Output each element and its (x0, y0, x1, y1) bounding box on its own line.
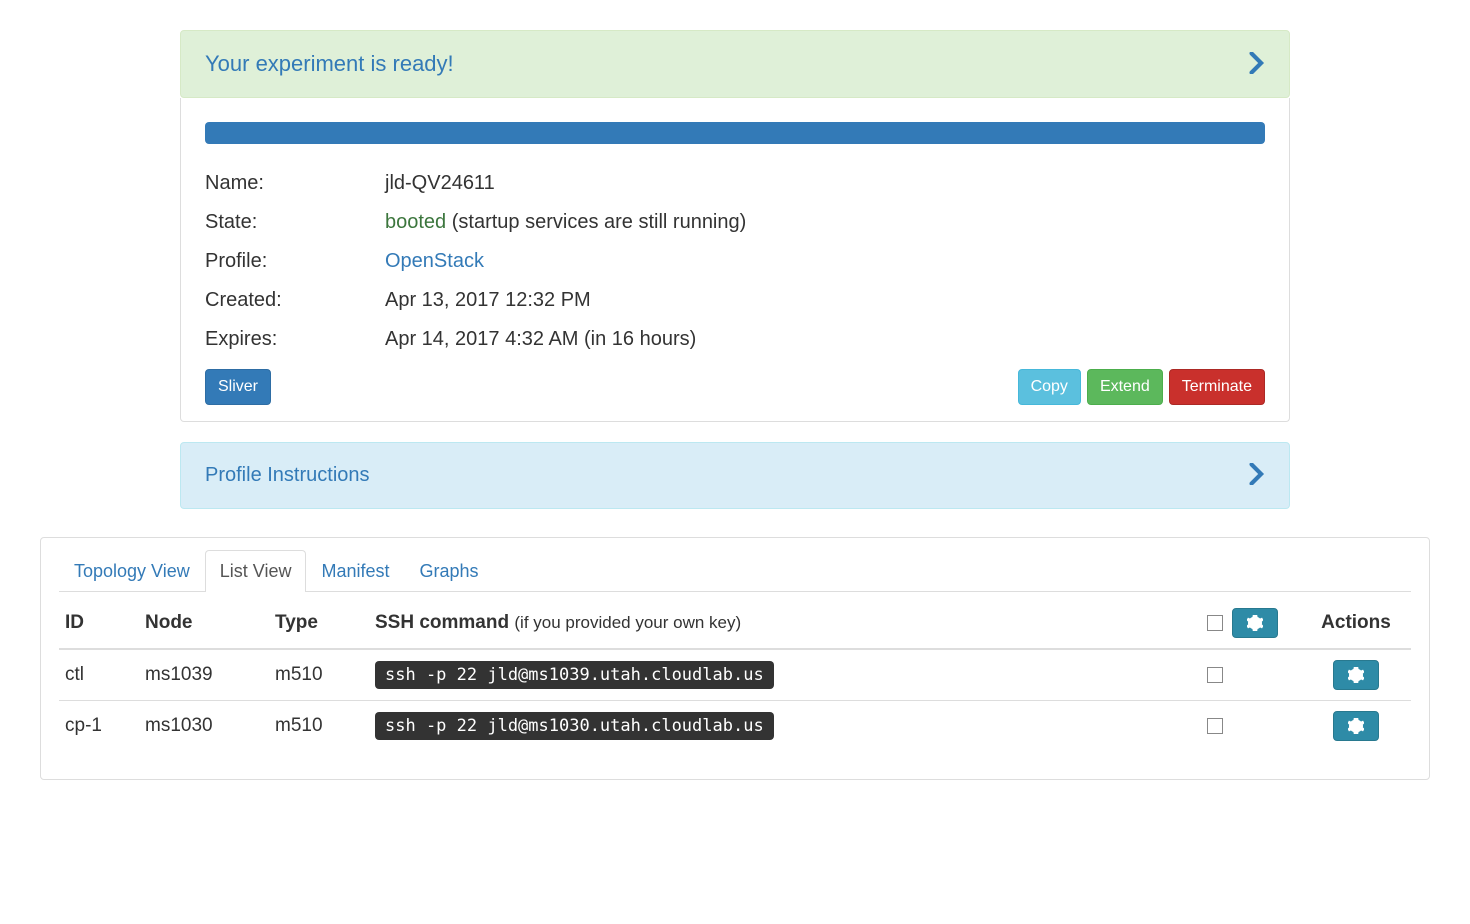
nodes-table: ID Node Type SSH command (if you provide… (59, 598, 1411, 751)
cell-actions (1301, 701, 1411, 752)
details-table: Name: jld-QV24611 State: booted (startup… (205, 164, 1265, 359)
bulk-actions-button[interactable] (1232, 608, 1278, 638)
col-node: Node (139, 598, 269, 649)
label-expires: Expires: (205, 320, 385, 359)
experiment-details-panel: Name: jld-QV24611 State: booted (startup… (180, 98, 1290, 422)
cell-select (1201, 701, 1301, 752)
experiment-ready-title: Your experiment is ready! (205, 51, 454, 77)
col-type: Type (269, 598, 369, 649)
value-expires: Apr 14, 2017 4:32 AM (in 16 hours) (385, 320, 1265, 359)
state-status: booted (385, 211, 446, 233)
cell-select (1201, 649, 1301, 701)
col-ssh: SSH command (if you provided your own ke… (369, 598, 1201, 649)
ssh-command[interactable]: ssh -p 22 jld@ms1030.utah.cloudlab.us (375, 712, 774, 740)
value-state: booted (startup services are still runni… (385, 203, 1265, 242)
tab-topology-view[interactable]: Topology View (59, 550, 205, 592)
tab-list-view[interactable]: List View (205, 550, 307, 592)
cell-id: ctl (59, 649, 139, 701)
gear-icon (1348, 667, 1364, 683)
view-tabs: Topology View List View Manifest Graphs (59, 550, 1411, 592)
row-actions-button[interactable] (1333, 711, 1379, 741)
node-list-panel: Topology View List View Manifest Graphs … (40, 537, 1430, 780)
label-created: Created: (205, 281, 385, 320)
row-checkbox[interactable] (1207, 718, 1223, 734)
col-id: ID (59, 598, 139, 649)
table-row: cp-1ms1030m510ssh -p 22 jld@ms1030.utah.… (59, 701, 1411, 752)
cell-ssh: ssh -p 22 jld@ms1039.utah.cloudlab.us (369, 649, 1201, 701)
label-state: State: (205, 203, 385, 242)
terminate-button[interactable]: Terminate (1169, 369, 1265, 405)
col-actions: Actions (1301, 598, 1411, 649)
state-note: (startup services are still running) (452, 211, 747, 233)
row-actions-button[interactable] (1333, 660, 1379, 690)
cell-id: cp-1 (59, 701, 139, 752)
tab-graphs[interactable]: Graphs (404, 550, 493, 592)
col-ssh-label: SSH command (375, 612, 509, 633)
progress-bar (205, 122, 1265, 144)
col-select-all (1201, 598, 1301, 649)
col-ssh-note: (if you provided your own key) (514, 613, 741, 632)
profile-instructions-panel[interactable]: Profile Instructions (180, 442, 1290, 509)
cell-type: m510 (269, 649, 369, 701)
chevron-right-icon (1249, 463, 1265, 488)
cell-node: ms1030 (139, 701, 269, 752)
ssh-command[interactable]: ssh -p 22 jld@ms1039.utah.cloudlab.us (375, 661, 774, 689)
copy-button[interactable]: Copy (1018, 369, 1081, 405)
gear-icon (1348, 718, 1364, 734)
cell-node: ms1039 (139, 649, 269, 701)
row-checkbox[interactable] (1207, 667, 1223, 683)
sliver-button[interactable]: Sliver (205, 369, 271, 405)
label-name: Name: (205, 164, 385, 203)
label-profile: Profile: (205, 242, 385, 281)
profile-link[interactable]: OpenStack (385, 250, 484, 272)
cell-type: m510 (269, 701, 369, 752)
select-all-checkbox[interactable] (1207, 615, 1223, 631)
experiment-ready-panel[interactable]: Your experiment is ready! (180, 30, 1290, 98)
cell-ssh: ssh -p 22 jld@ms1030.utah.cloudlab.us (369, 701, 1201, 752)
table-row: ctlms1039m510ssh -p 22 jld@ms1039.utah.c… (59, 649, 1411, 701)
extend-button[interactable]: Extend (1087, 369, 1163, 405)
gear-icon (1247, 615, 1263, 631)
profile-instructions-title: Profile Instructions (205, 464, 370, 487)
cell-actions (1301, 649, 1411, 701)
tab-manifest[interactable]: Manifest (306, 550, 404, 592)
chevron-right-icon (1249, 52, 1265, 77)
value-name: jld-QV24611 (385, 164, 1265, 203)
value-created: Apr 13, 2017 12:32 PM (385, 281, 1265, 320)
